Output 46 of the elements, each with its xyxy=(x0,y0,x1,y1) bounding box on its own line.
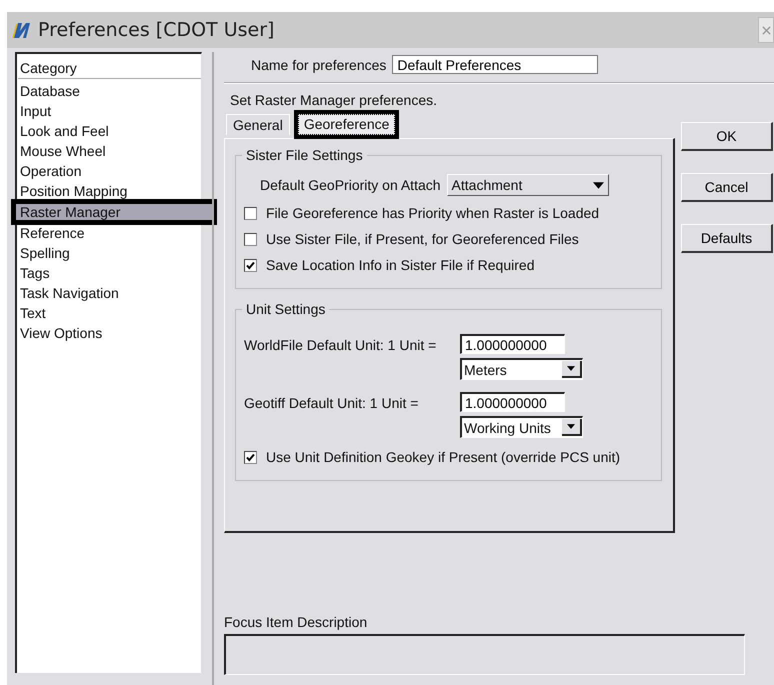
field-label: WorldFile Default Unit: 1 Unit = xyxy=(244,336,438,353)
app-logo-icon xyxy=(12,20,32,40)
category-item[interactable]: Database xyxy=(18,81,82,101)
checkbox[interactable] xyxy=(244,206,257,220)
description-text: Set Raster Manager preferences. xyxy=(230,92,438,108)
unit-dropdown[interactable]: Meters xyxy=(460,358,583,380)
close-icon xyxy=(762,26,770,34)
checkbox[interactable] xyxy=(244,258,257,272)
category-item[interactable]: Input xyxy=(18,101,54,121)
dropdown-arrow-icon xyxy=(567,424,575,429)
list-header: Category xyxy=(18,58,201,79)
category-item[interactable]: Task Navigation xyxy=(18,283,121,303)
checkbox-label: Save Location Info in Sister File if Required xyxy=(266,257,534,273)
category-item[interactable]: View Options xyxy=(18,323,104,343)
category-item[interactable]: Operation xyxy=(18,161,84,181)
name-input-field[interactable]: Default Preferences xyxy=(392,55,598,74)
checkbox-label: File Georeference has Priority when Raster is Loaded xyxy=(266,205,600,221)
unit-input-field[interactable]: 1.000000000 xyxy=(460,334,565,354)
category-item[interactable]: Mouse Wheel xyxy=(18,141,108,161)
dialog-button[interactable]: OK xyxy=(681,122,773,151)
category-item[interactable]: Position Mapping xyxy=(18,181,130,201)
priority-dropdown[interactable]: Attachment xyxy=(446,174,609,196)
group-title: Unit Settings xyxy=(242,301,330,317)
field-label: Geotiff Default Unit: 1 Unit = xyxy=(244,394,420,411)
group-title: Sister File Settings xyxy=(242,147,367,163)
unit-input-field[interactable]: 1.000000000 xyxy=(460,392,565,412)
unit-dropdown[interactable]: Working Units xyxy=(460,416,583,438)
checkbox[interactable] xyxy=(244,232,257,246)
category-item[interactable]: Text xyxy=(18,303,48,323)
field-label: Focus Item Description xyxy=(224,614,368,630)
category-item[interactable]: Tags xyxy=(18,263,52,283)
dialog-button[interactable]: Cancel xyxy=(681,173,773,202)
field-label: Default GeoPriority on Attach xyxy=(260,177,441,193)
checkbox-label: Use Sister File, if Present, for Georeferenced Files xyxy=(266,231,579,247)
window-title: Preferences [CDOT User] xyxy=(38,19,276,41)
category-item[interactable]: Spelling xyxy=(18,243,72,263)
dialog-button[interactable]: Defaults xyxy=(681,224,773,253)
tab[interactable]: General xyxy=(226,114,290,135)
category-item[interactable]: Look and Feel xyxy=(18,121,111,141)
checkbox[interactable] xyxy=(244,450,257,464)
category-item[interactable]: Raster Manager xyxy=(15,203,213,221)
checkbox-label: Use Unit Definition Geokey if Present (override PCS unit) xyxy=(266,449,620,465)
dropdown-arrow-icon xyxy=(592,182,604,188)
field-label: Name for preferences xyxy=(251,56,386,72)
category-item[interactable]: Reference xyxy=(18,223,87,243)
dropdown-arrow-icon xyxy=(567,366,575,371)
